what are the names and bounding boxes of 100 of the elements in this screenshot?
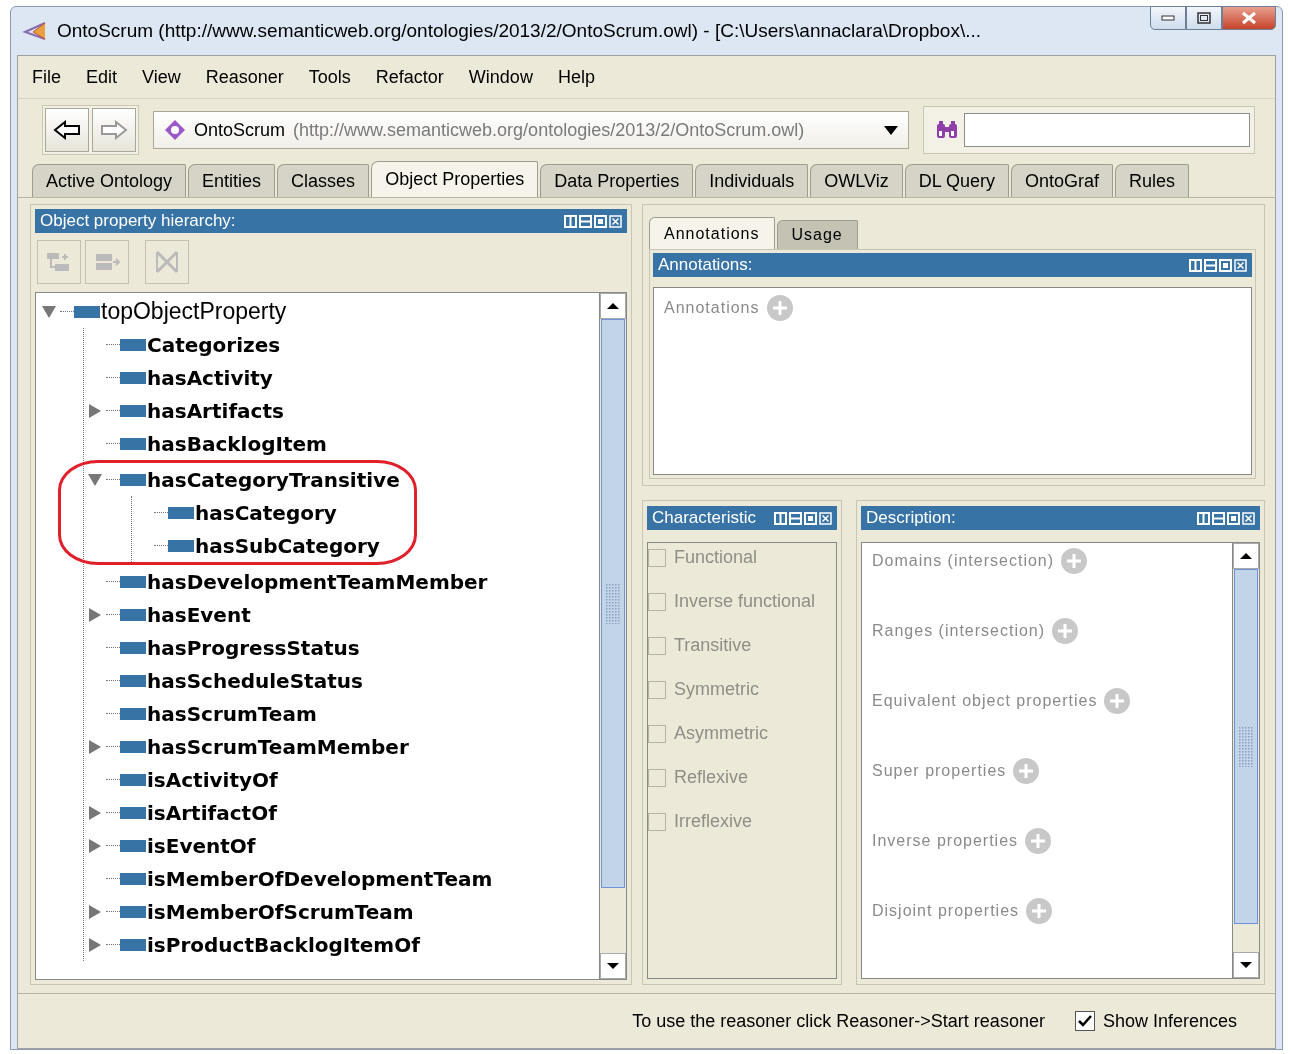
property-icon <box>120 773 146 786</box>
expanded-arrow-icon[interactable] <box>42 304 56 319</box>
back-button[interactable] <box>45 108 89 152</box>
maximize-icon[interactable] <box>804 511 817 525</box>
tab[interactable]: Object Properties <box>371 161 539 197</box>
tab[interactable]: Annotations <box>649 217 775 249</box>
collapsed-arrow-icon[interactable] <box>88 904 102 919</box>
property-icon <box>74 305 100 318</box>
tree-item[interactable]: isActivityOf <box>147 767 278 792</box>
split-vertical-icon[interactable] <box>1189 258 1202 272</box>
tab[interactable]: Individuals <box>695 164 809 197</box>
checkbox-label: Transitive <box>674 635 752 656</box>
panel-title: Characteristic <box>652 508 756 528</box>
close-icon[interactable] <box>819 511 832 525</box>
collapsed-arrow-icon[interactable] <box>88 937 102 952</box>
menu-item[interactable]: Help <box>547 66 610 88</box>
collapsed-arrow-icon[interactable] <box>88 838 102 853</box>
property-icon <box>168 539 194 552</box>
tab[interactable]: OWLViz <box>810 164 903 197</box>
search-field[interactable] <box>964 113 1250 147</box>
tab[interactable]: Entities <box>188 164 276 197</box>
menu-item[interactable]: View <box>132 66 196 88</box>
maximize-icon[interactable] <box>1219 258 1232 272</box>
tree-item[interactable]: hasScrumTeamMember <box>147 734 409 759</box>
maximize-icon[interactable] <box>1227 511 1240 525</box>
tree-item[interactable]: hasCategoryTransitive <box>147 467 400 492</box>
tree-item[interactable]: isArtifactOf <box>147 800 277 825</box>
dropdown-caret-icon <box>884 125 898 135</box>
split-vertical-icon[interactable] <box>1197 511 1210 525</box>
close-button[interactable] <box>1222 6 1276 30</box>
tree-item[interactable]: isMemberOfDevelopmentTeam <box>147 866 493 891</box>
tree-item[interactable]: hasEvent <box>147 602 251 627</box>
tree-item[interactable]: hasScrumTeam <box>147 701 317 726</box>
property-icon <box>120 872 146 885</box>
scrollbar[interactable] <box>599 293 626 979</box>
menu-item[interactable]: Refactor <box>365 66 459 88</box>
collapsed-arrow-icon[interactable] <box>88 607 102 622</box>
section-label: Domains (intersection) <box>872 552 1055 570</box>
checkbox[interactable] <box>1074 1011 1095 1031</box>
tree-item[interactable]: hasDevelopmentTeamMember <box>147 569 488 594</box>
scroll-up-button[interactable] <box>600 293 626 319</box>
expanded-arrow-icon[interactable] <box>88 472 102 487</box>
property-icon <box>120 338 146 351</box>
tab[interactable]: Active Ontology <box>32 164 187 197</box>
section-label: Super properties <box>872 762 1007 780</box>
scrollbar[interactable] <box>1232 543 1259 978</box>
property-icon <box>120 839 146 852</box>
property-icon <box>168 506 194 519</box>
tree-item[interactable]: hasScheduleStatus <box>147 668 363 693</box>
split-horizontal-icon[interactable] <box>1204 258 1217 272</box>
minimize-button[interactable] <box>1150 6 1186 30</box>
tree-item[interactable]: hasArtifacts <box>147 398 284 423</box>
menu-item[interactable]: Edit <box>76 66 133 88</box>
menu-item[interactable]: Window <box>458 66 548 88</box>
tree-item[interactable]: isProductBacklogItemOf <box>147 932 420 957</box>
close-icon[interactable] <box>1234 258 1247 272</box>
panel-title: Description: <box>866 508 956 528</box>
tree-item[interactable]: Categorizes <box>147 332 281 357</box>
tree-item[interactable]: topObjectProperty <box>101 298 287 325</box>
binoculars-icon <box>936 120 958 140</box>
tree-item[interactable]: hasBacklogItem <box>147 431 327 456</box>
maximize-button[interactable] <box>1186 6 1222 30</box>
ontology-selector[interactable]: OntoScrum (http://www.semanticweb.org/ontologies/2013/2/OntoScrum.owl) <box>153 111 909 149</box>
split-horizontal-icon[interactable] <box>1212 511 1225 525</box>
down-arrow-icon <box>606 962 620 970</box>
scroll-thumb[interactable] <box>601 319 625 888</box>
split-horizontal-icon[interactable] <box>579 214 592 228</box>
close-icon[interactable] <box>609 214 622 228</box>
checkbox-label: Show Inferences <box>1102 1010 1237 1032</box>
collapsed-arrow-icon[interactable] <box>88 739 102 754</box>
tree-item[interactable]: hasProgressStatus <box>147 635 360 660</box>
tab[interactable]: Data Properties <box>540 164 694 197</box>
maximize-icon[interactable] <box>594 214 607 228</box>
tab[interactable]: Rules <box>1115 164 1190 197</box>
tab[interactable]: DL Query <box>904 164 1010 197</box>
menu-item[interactable]: Tools <box>298 66 366 88</box>
collapsed-arrow-icon[interactable] <box>88 403 102 418</box>
panel-title: Object property hierarchy: <box>40 211 236 231</box>
scroll-down-button[interactable] <box>1233 952 1259 978</box>
delete-icon <box>153 248 181 276</box>
scroll-up-button[interactable] <box>1233 543 1259 569</box>
tab[interactable]: Usage <box>776 220 858 249</box>
tab[interactable]: OntoGraf <box>1011 164 1114 197</box>
menu-item[interactable]: Reasoner <box>195 66 299 88</box>
tree-item[interactable]: hasCategory <box>195 500 337 525</box>
collapsed-arrow-icon[interactable] <box>88 805 102 820</box>
tree-item[interactable]: hasSubCategory <box>195 533 380 558</box>
tree-item[interactable]: isMemberOfScrumTeam <box>147 899 414 924</box>
tree-item[interactable]: isEventOf <box>147 833 256 858</box>
tree-item[interactable]: hasActivity <box>147 365 273 390</box>
split-horizontal-icon[interactable] <box>789 511 802 525</box>
checkbox-label: Functional <box>674 547 758 568</box>
close-icon[interactable] <box>1242 511 1255 525</box>
property-icon <box>120 905 146 918</box>
tab[interactable]: Classes <box>277 164 370 197</box>
scroll-down-button[interactable] <box>600 953 626 979</box>
split-vertical-icon[interactable] <box>564 214 577 228</box>
scroll-thumb[interactable] <box>1234 569 1258 924</box>
split-vertical-icon[interactable] <box>774 511 787 525</box>
menu-item[interactable]: File <box>22 66 76 88</box>
